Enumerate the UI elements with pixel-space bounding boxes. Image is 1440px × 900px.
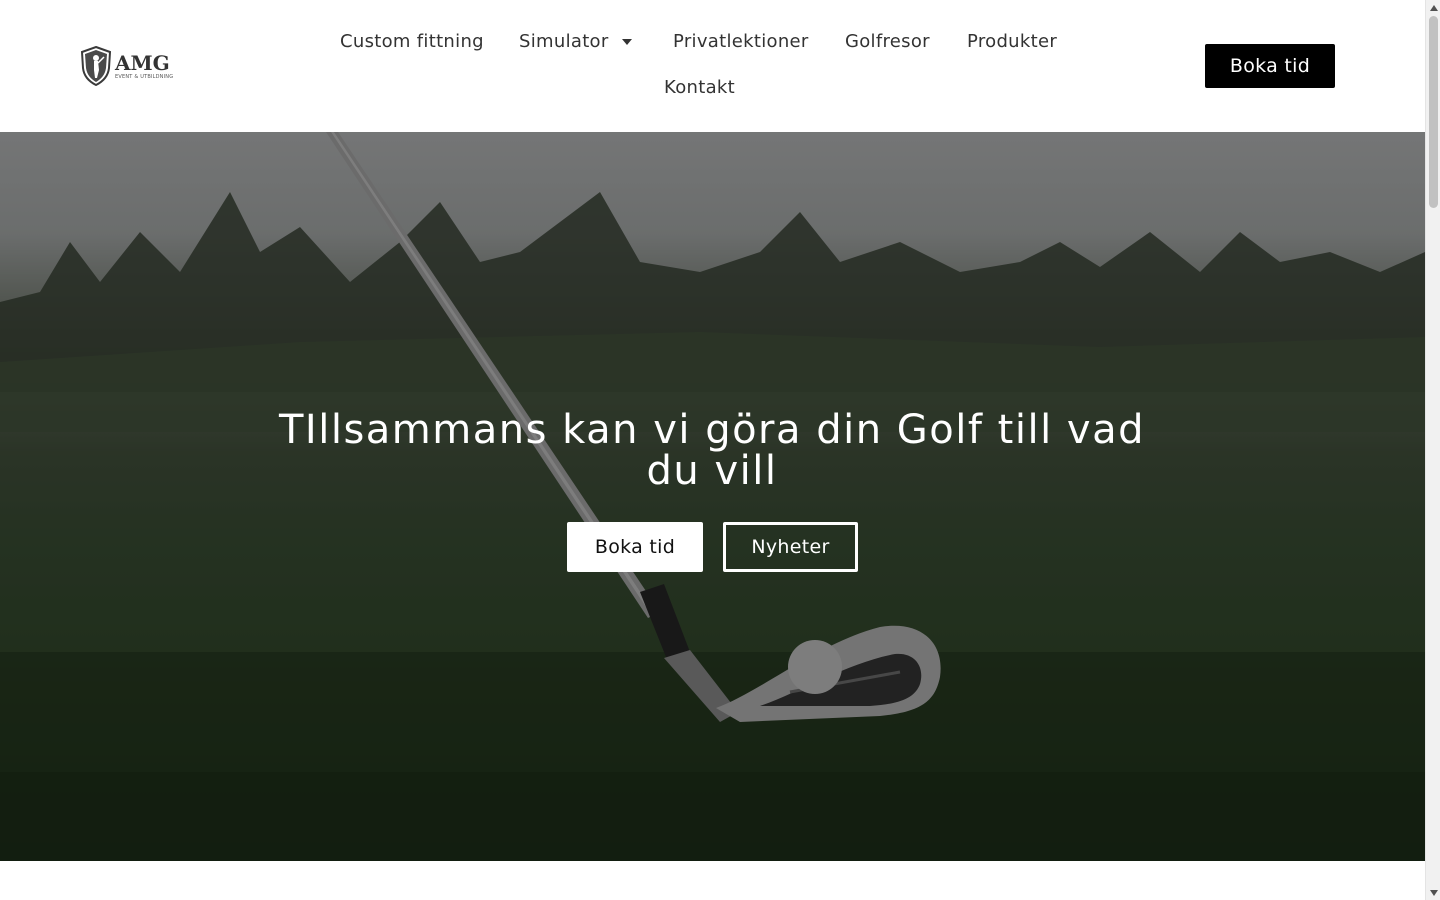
- site-header: AMG EVENT & UTBILDNING Custom fittning S…: [0, 0, 1425, 132]
- brand-tagline: EVENT & UTBILDNING: [115, 74, 174, 80]
- nav-item-golfresor[interactable]: Golfresor: [845, 30, 930, 54]
- page-scrollbar[interactable]: [1425, 0, 1440, 900]
- hero-book-button[interactable]: Boka tid: [567, 522, 703, 572]
- caret-down-icon: [621, 39, 632, 45]
- nav-item-produkter[interactable]: Produkter: [967, 30, 1057, 54]
- nav-item-privatlektioner[interactable]: Privatlektioner: [673, 30, 809, 54]
- nav-item-simulator[interactable]: Simulator: [519, 30, 633, 54]
- scrollbar-thumb[interactable]: [1429, 16, 1438, 208]
- book-appointment-button[interactable]: Boka tid: [1205, 44, 1335, 88]
- scroll-down-arrow-icon[interactable]: [1429, 888, 1438, 897]
- hero-title: TIllsammans kan vi göra din Golf till va…: [279, 407, 1145, 494]
- brand-logo[interactable]: AMG EVENT & UTBILDNING: [80, 46, 176, 86]
- brand-name: AMG: [115, 51, 170, 75]
- hero-section: TIllsammans kan vi göra din Golf till va…: [0, 132, 1425, 861]
- hero-dark-overlay: [0, 132, 1425, 861]
- hero-news-button[interactable]: Nyheter: [723, 522, 858, 572]
- nav-item-label: Simulator: [519, 31, 609, 52]
- scroll-up-arrow-icon[interactable]: [1429, 3, 1438, 12]
- nav-item-kontakt[interactable]: Kontakt: [664, 76, 735, 100]
- brand-wordmark: AMG EVENT & UTBILDNING: [115, 52, 173, 80]
- shield-golfer-icon: [80, 46, 112, 86]
- nav-item-custom-fittning[interactable]: Custom fittning: [340, 30, 484, 54]
